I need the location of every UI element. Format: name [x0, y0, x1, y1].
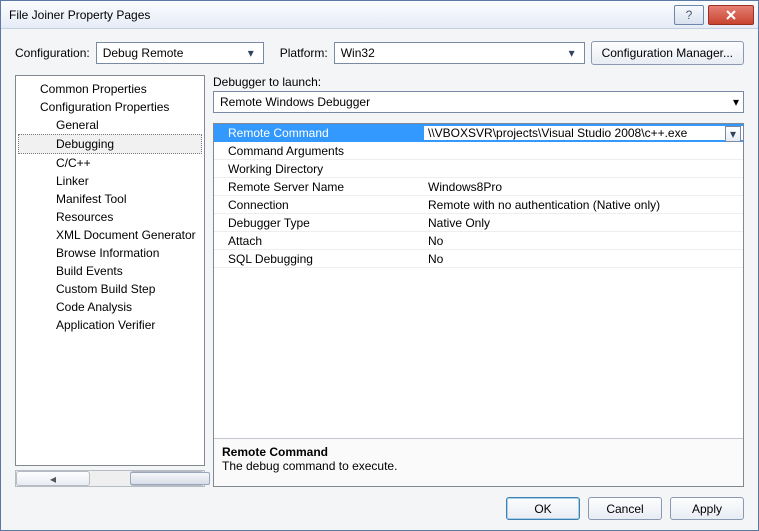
- platform-value: Win32: [341, 46, 375, 60]
- grid-key: Working Directory: [214, 162, 424, 176]
- configuration-manager-button[interactable]: Configuration Manager...: [591, 41, 744, 65]
- configuration-label: Configuration:: [15, 46, 90, 60]
- apply-button[interactable]: Apply: [670, 497, 744, 520]
- chevron-down-icon: ▾: [733, 95, 739, 109]
- grid-value[interactable]: Native Only: [424, 216, 743, 230]
- grid-value[interactable]: Windows8Pro: [424, 180, 743, 194]
- grid-row-command-arguments[interactable]: Command Arguments: [214, 142, 743, 160]
- grid-key: Remote Command: [214, 126, 424, 140]
- left-panel: Common Properties Configuration Properti…: [15, 75, 205, 487]
- description-body: The debug command to execute.: [222, 459, 735, 473]
- grid-key: SQL Debugging: [214, 252, 424, 266]
- top-row: Configuration: Debug Remote ▾ Platform: …: [15, 41, 744, 65]
- grid-key: Connection: [214, 198, 424, 212]
- chevron-down-icon: ▾: [243, 46, 259, 60]
- scroll-track[interactable]: [90, 471, 130, 486]
- tree-item-code-analysis[interactable]: Code Analysis: [18, 298, 202, 316]
- cancel-button[interactable]: Cancel: [588, 497, 662, 520]
- grid-key: Command Arguments: [214, 144, 424, 158]
- tree-item-browse-info[interactable]: Browse Information: [18, 244, 202, 262]
- debugger-launch-combo[interactable]: Remote Windows Debugger ▾: [213, 91, 744, 113]
- grid-row-debugger-type[interactable]: Debugger Type Native Only: [214, 214, 743, 232]
- grid-key: Remote Server Name: [214, 180, 424, 194]
- tree-item-app-verifier[interactable]: Application Verifier: [18, 316, 202, 334]
- tree-item-resources[interactable]: Resources: [18, 208, 202, 226]
- tree-item-build-events[interactable]: Build Events: [18, 262, 202, 280]
- chevron-down-icon: ▾: [564, 46, 580, 60]
- property-grid-container: Remote Command \\VBOXSVR\projects\Visual…: [213, 123, 744, 487]
- dropdown-button[interactable]: ▾: [725, 126, 741, 142]
- tree-item-common-properties[interactable]: Common Properties: [18, 80, 202, 98]
- titlebar: File Joiner Property Pages ?: [1, 1, 758, 29]
- button-row: OK Cancel Apply: [15, 487, 744, 520]
- tree-item-custom-build[interactable]: Custom Build Step: [18, 280, 202, 298]
- mid-row: Common Properties Configuration Properti…: [15, 75, 744, 487]
- scroll-thumb[interactable]: [130, 472, 210, 485]
- help-icon: ?: [686, 8, 693, 22]
- grid-value[interactable]: No: [424, 234, 743, 248]
- grid-row-remote-command[interactable]: Remote Command \\VBOXSVR\projects\Visual…: [214, 124, 743, 142]
- grid-row-sql-debugging[interactable]: SQL Debugging No: [214, 250, 743, 268]
- content-area: Configuration: Debug Remote ▾ Platform: …: [1, 29, 758, 530]
- tree-item-linker[interactable]: Linker: [18, 172, 202, 190]
- category-tree[interactable]: Common Properties Configuration Properti…: [15, 75, 205, 466]
- platform-label: Platform:: [280, 46, 328, 60]
- grid-row-working-directory[interactable]: Working Directory: [214, 160, 743, 178]
- grid-row-remote-server[interactable]: Remote Server Name Windows8Pro: [214, 178, 743, 196]
- close-icon: [725, 10, 737, 20]
- description-panel: Remote Command The debug command to exec…: [214, 438, 743, 486]
- grid-row-connection[interactable]: Connection Remote with no authentication…: [214, 196, 743, 214]
- property-grid[interactable]: Remote Command \\VBOXSVR\projects\Visual…: [214, 124, 743, 438]
- right-panel: Debugger to launch: Remote Windows Debug…: [213, 75, 744, 487]
- tree-item-debugging[interactable]: Debugging: [18, 134, 202, 154]
- grid-key: Attach: [214, 234, 424, 248]
- grid-row-attach[interactable]: Attach No: [214, 232, 743, 250]
- help-button[interactable]: ?: [674, 5, 704, 25]
- debugger-launch-value: Remote Windows Debugger: [220, 95, 370, 109]
- horizontal-scrollbar[interactable]: ◂ ▸: [15, 470, 205, 487]
- window-title: File Joiner Property Pages: [9, 8, 670, 22]
- grid-value[interactable]: \\VBOXSVR\projects\Visual Studio 2008\c+…: [424, 126, 743, 140]
- grid-value[interactable]: No: [424, 252, 743, 266]
- ok-button[interactable]: OK: [506, 497, 580, 520]
- configuration-combo[interactable]: Debug Remote ▾: [96, 42, 264, 64]
- property-pages-window: File Joiner Property Pages ? Configurati…: [0, 0, 759, 531]
- tree-item-general[interactable]: General: [18, 116, 202, 134]
- tree-item-manifest[interactable]: Manifest Tool: [18, 190, 202, 208]
- platform-combo[interactable]: Win32 ▾: [334, 42, 585, 64]
- tree-item-xml-doc-gen[interactable]: XML Document Generator: [18, 226, 202, 244]
- scroll-left-button[interactable]: ◂: [16, 471, 90, 486]
- grid-value[interactable]: Remote with no authentication (Native on…: [424, 198, 743, 212]
- configuration-value: Debug Remote: [103, 46, 184, 60]
- tree-item-cpp[interactable]: C/C++: [18, 154, 202, 172]
- grid-key: Debugger Type: [214, 216, 424, 230]
- tree-item-config-properties[interactable]: Configuration Properties: [18, 98, 202, 116]
- chevron-down-icon: ▾: [730, 127, 736, 141]
- debugger-launch-label: Debugger to launch:: [213, 75, 744, 89]
- close-button[interactable]: [708, 5, 754, 25]
- description-title: Remote Command: [222, 445, 735, 459]
